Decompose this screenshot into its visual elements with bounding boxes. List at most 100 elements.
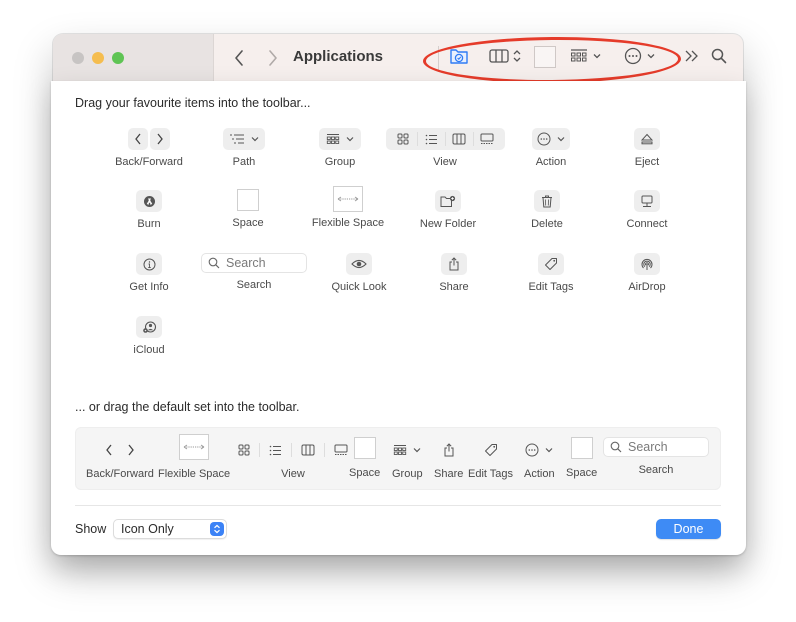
space-icon <box>353 437 376 459</box>
chevron-left-icon <box>106 444 112 456</box>
item-search[interactable]: Search Search <box>194 253 314 291</box>
default-flexible-space: Flexible Space <box>158 434 230 480</box>
overflow-button[interactable] <box>684 49 700 63</box>
default-search: Search Search <box>603 437 709 476</box>
default-space: Space <box>349 437 380 479</box>
default-toolbar-set[interactable]: Back/Forward Flexible Space View Space G… <box>75 427 721 490</box>
item-eject[interactable]: Eject <box>587 128 707 168</box>
path-icon <box>223 128 265 150</box>
minimize-button[interactable] <box>92 52 104 64</box>
search-button[interactable] <box>711 48 727 64</box>
item-label: Space <box>566 467 598 479</box>
item-airdrop[interactable]: AirDrop <box>587 253 707 293</box>
select-stepper-icon <box>210 522 224 536</box>
item-label: New Folder <box>419 218 477 230</box>
column-view-icon <box>301 444 315 456</box>
icon-view-icon <box>390 133 417 145</box>
item-label: Share <box>439 281 469 293</box>
eye-icon <box>346 253 372 275</box>
default-space-2: Space <box>566 437 597 479</box>
chevron-right-icon <box>128 444 134 456</box>
show-select[interactable]: Icon Only <box>113 519 227 539</box>
default-share: Share <box>434 438 463 480</box>
item-label: Connect <box>626 218 668 230</box>
customize-heading: Drag your favourite items into the toolb… <box>75 96 311 110</box>
item-label: Space <box>232 217 264 229</box>
item-label: Delete <box>531 218 563 230</box>
back-forward-box <box>128 128 170 150</box>
burn-icon <box>136 190 162 212</box>
space-icon <box>237 189 259 211</box>
flexible-space-icon <box>179 434 210 460</box>
item-group[interactable]: Group <box>280 128 400 168</box>
item-label: Back/Forward <box>115 156 183 168</box>
item-label: Search <box>638 464 674 476</box>
item-label: Get Info <box>129 281 169 293</box>
connect-icon <box>634 190 660 212</box>
share-icon <box>444 443 454 457</box>
search-icon <box>711 48 727 64</box>
show-label: Show <box>75 522 107 536</box>
footer-divider <box>75 505 721 506</box>
overflow-chevrons-icon <box>685 50 698 62</box>
item-label: View <box>281 468 305 480</box>
item-label: Share <box>434 468 464 480</box>
item-connect[interactable]: Connect <box>587 190 707 230</box>
search-placeholder: Search <box>226 256 266 270</box>
group-icon <box>319 128 361 150</box>
chevron-right-icon <box>150 128 170 150</box>
back-button[interactable] <box>231 47 247 69</box>
chevron-left-icon <box>235 50 243 66</box>
done-button[interactable]: Done <box>656 519 721 539</box>
action-icon <box>532 128 570 150</box>
item-view[interactable]: View <box>385 128 505 168</box>
search-icon <box>610 441 622 453</box>
item-label: Action <box>535 156 567 168</box>
close-button[interactable] <box>72 52 84 64</box>
chevron-down-icon <box>413 448 421 453</box>
chevron-left-icon <box>128 128 148 150</box>
item-label: Eject <box>634 156 660 168</box>
item-label: AirDrop <box>628 281 666 293</box>
item-label: Flexible Space <box>311 217 385 229</box>
new-folder-icon <box>435 190 461 212</box>
zoom-button[interactable] <box>112 52 124 64</box>
item-icloud[interactable]: iCloud <box>89 316 209 356</box>
space-icon <box>570 437 593 459</box>
item-label: iCloud <box>133 344 165 356</box>
airdrop-icon <box>634 253 660 275</box>
default-set-heading: ... or drag the default set into the too… <box>75 400 300 414</box>
share-icon <box>441 253 467 275</box>
gallery-view-icon <box>334 444 348 455</box>
item-get-info[interactable]: Get Info <box>89 253 209 293</box>
item-label: View <box>433 156 457 168</box>
view-icon <box>385 128 505 150</box>
show-select-value: Icon Only <box>121 522 174 536</box>
traffic-lights <box>72 52 124 64</box>
item-label: Burn <box>137 218 161 230</box>
list-view-icon <box>418 134 445 145</box>
item-label: Search <box>236 279 272 291</box>
default-edit-tags: Edit Tags <box>468 438 513 480</box>
search-field-sample: Search <box>603 437 709 457</box>
forward-button[interactable] <box>265 47 281 69</box>
tag-icon <box>484 444 497 456</box>
item-label: Group <box>392 468 423 480</box>
search-placeholder: Search <box>628 440 668 454</box>
item-label: Space <box>349 467 381 479</box>
search-field-sample: Search <box>201 253 307 273</box>
item-label: Path <box>232 156 256 168</box>
item-label: Flexible Space <box>158 468 231 480</box>
flexible-space-icon <box>333 186 363 212</box>
navigation <box>231 47 281 69</box>
column-view-icon <box>446 133 473 145</box>
item-label: Edit Tags <box>468 468 514 480</box>
window-title: Applications <box>293 48 384 65</box>
item-label: Action <box>524 468 555 480</box>
default-view: View <box>238 438 348 480</box>
tag-icon <box>538 253 564 275</box>
info-icon <box>136 253 162 275</box>
item-label: Back/Forward <box>86 468 154 480</box>
item-label: Group <box>324 156 356 168</box>
icloud-icon <box>136 316 162 338</box>
